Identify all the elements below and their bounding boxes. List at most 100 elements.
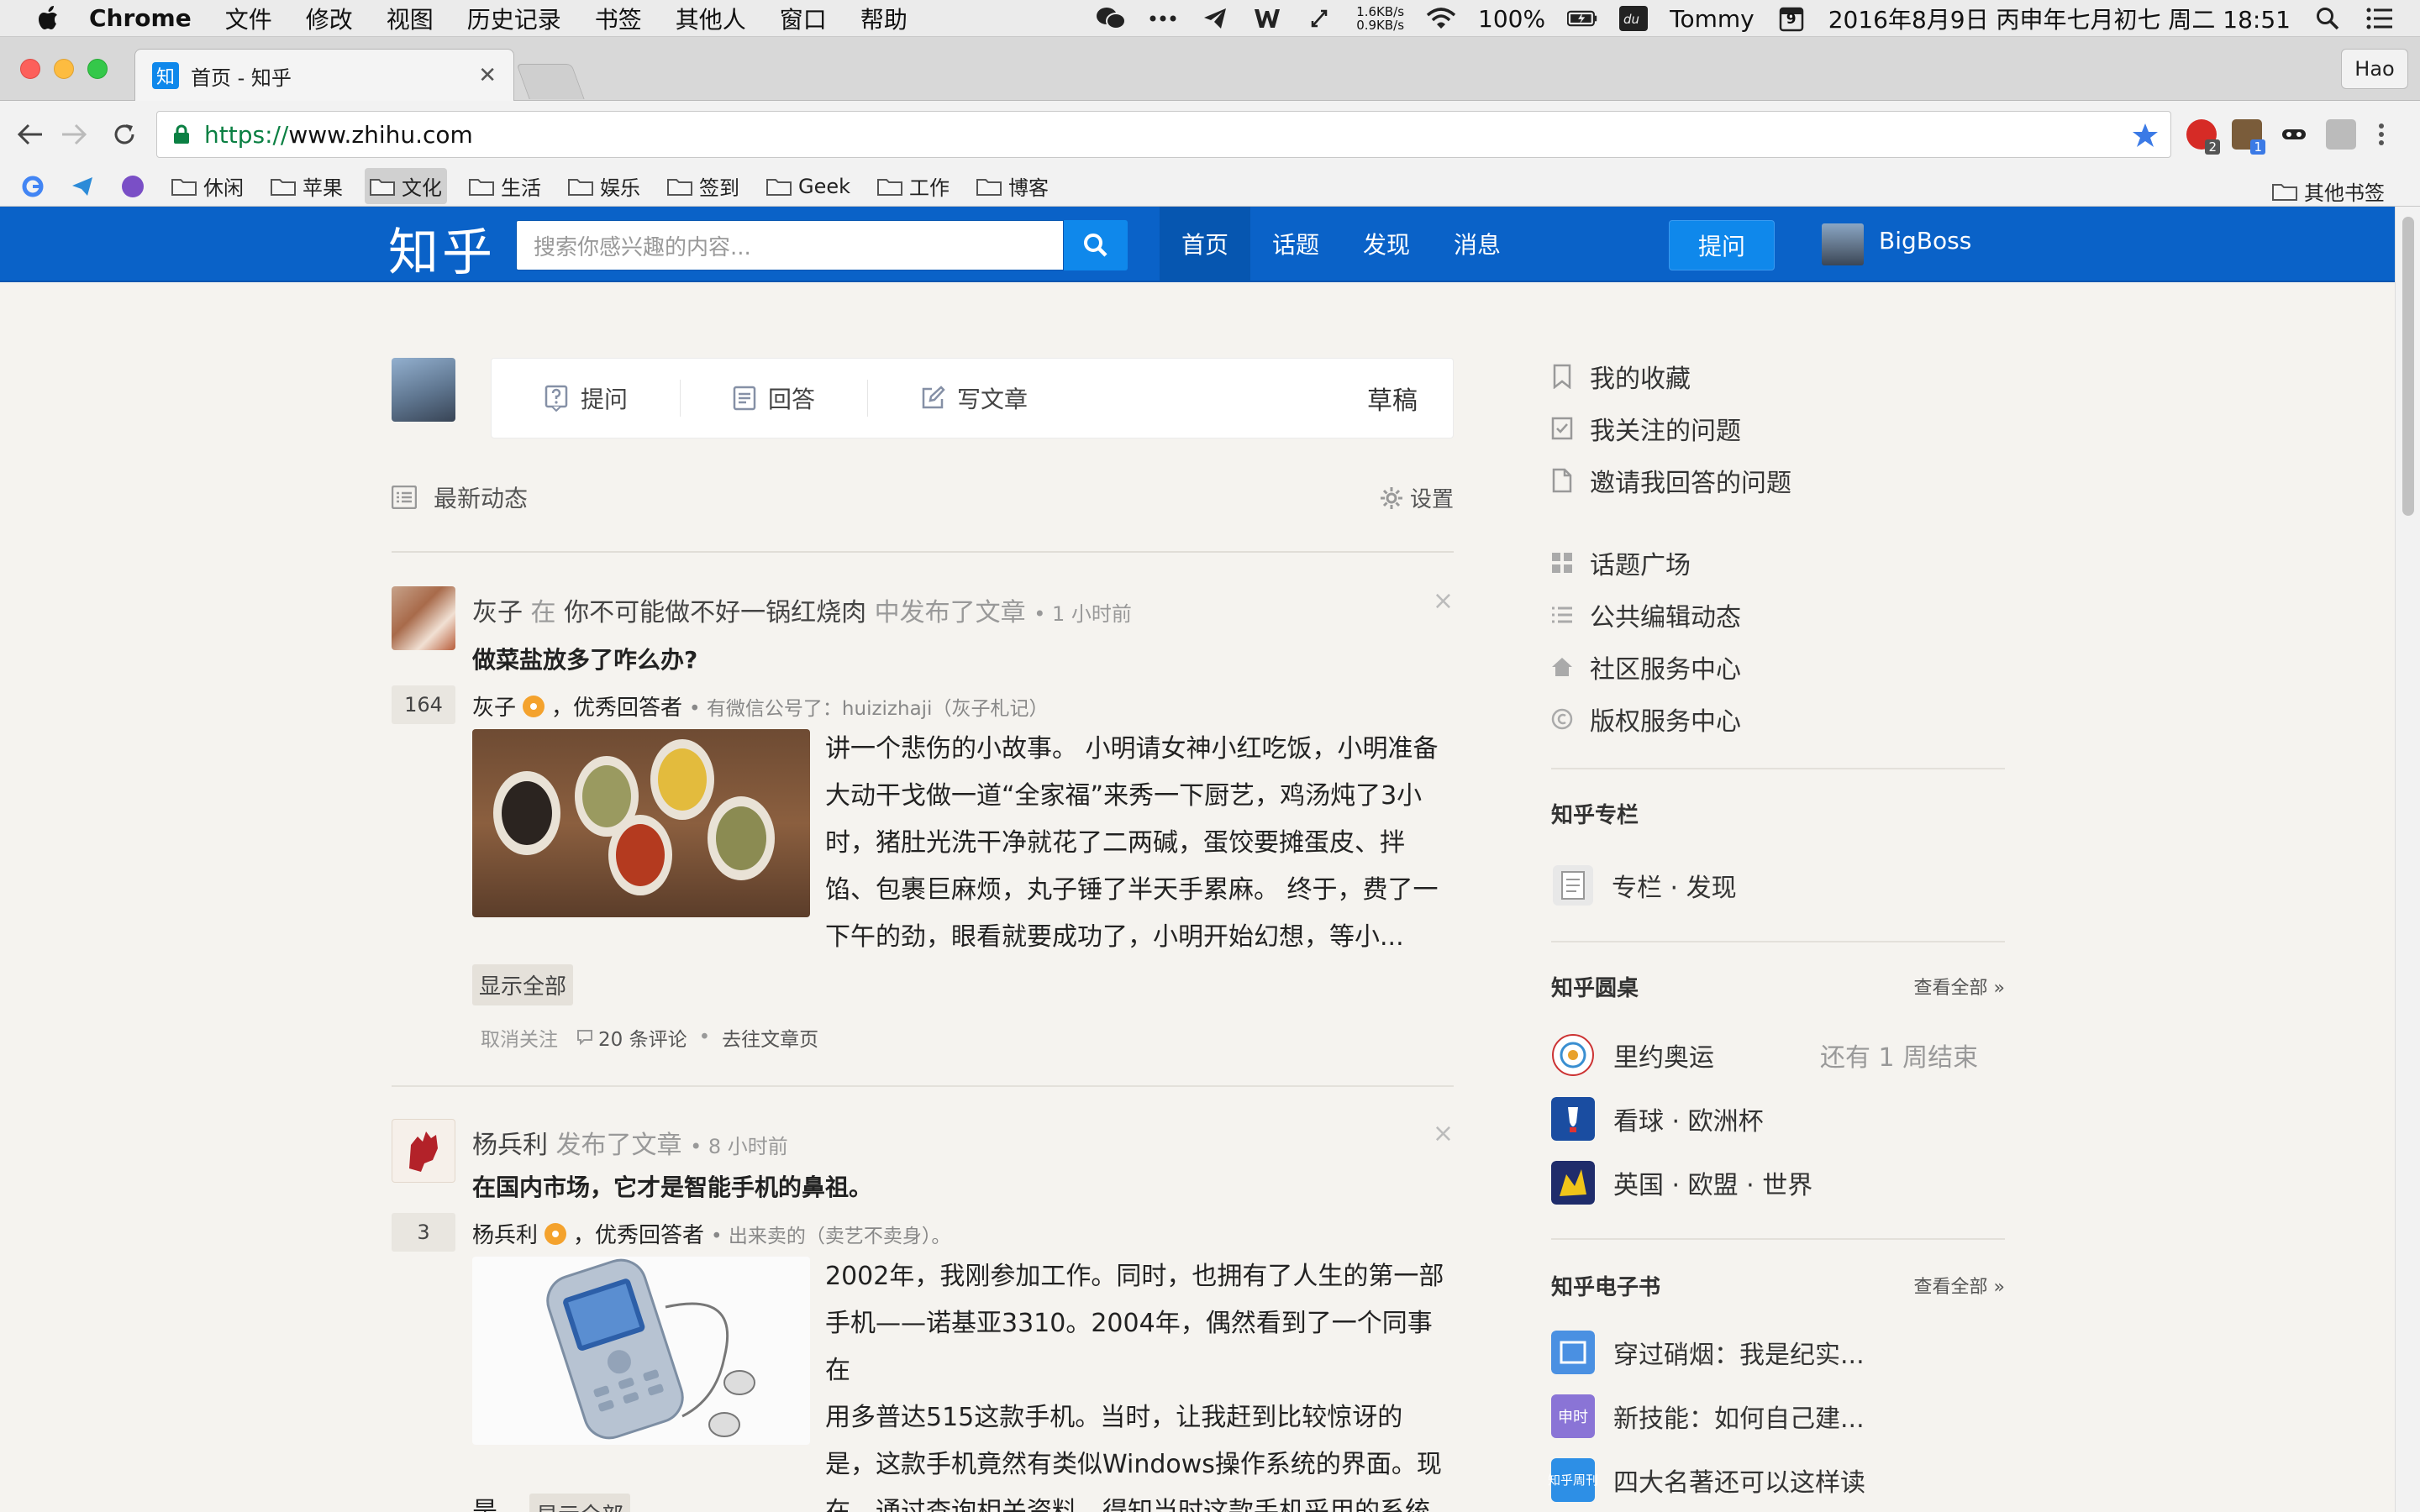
url-text[interactable]: https://www.zhihu.com xyxy=(204,121,473,149)
sidebar-link-topic-square[interactable]: 话题广场 xyxy=(1551,544,1691,581)
composer-answer-button[interactable]: 回答 xyxy=(733,381,815,415)
feed-excerpt[interactable]: 2002年，我刚参加工作。同时，也拥有了人生的第一部 手机——诺基亚3310。2… xyxy=(825,1253,1454,1512)
bookmark-folder-0[interactable]: 休闲 xyxy=(166,168,249,204)
nav-explore[interactable]: 发现 xyxy=(1341,207,1432,281)
battery-icon[interactable] xyxy=(1567,3,1597,34)
show-all-button[interactable]: 显示全部 xyxy=(529,1494,631,1512)
author-name[interactable]: 杨兵利 xyxy=(472,1218,538,1249)
feed-column-link[interactable]: 你不可能做不好一锅红烧肉 xyxy=(564,598,866,627)
bookmark-folder-6[interactable]: Geek xyxy=(761,171,855,202)
vote-count-button[interactable]: 3 xyxy=(392,1213,455,1252)
minimize-window-button[interactable] xyxy=(54,59,74,79)
address-bar[interactable]: https://www.zhihu.com xyxy=(156,111,2171,158)
menu-help[interactable]: 帮助 xyxy=(860,2,908,35)
roundtable-item[interactable]: 里约奥运 还有 1 周结束 xyxy=(1551,1033,2005,1077)
spotlight-search-icon[interactable] xyxy=(2312,3,2343,34)
sidebar-link-collections[interactable]: 我的收藏 xyxy=(1551,358,1691,395)
goto-article-link[interactable]: 去往文章页 xyxy=(722,1023,818,1052)
bookmark-folder-3[interactable]: 生活 xyxy=(464,168,546,204)
bookmark-folder-4[interactable]: 娱乐 xyxy=(563,168,645,204)
page-scrollbar[interactable] xyxy=(2395,207,2420,1512)
sidebar-link-invited-questions[interactable]: 邀请我回答的问题 xyxy=(1551,462,1791,499)
unfollow-link[interactable]: 取消关注 xyxy=(481,1023,558,1052)
vote-count-button[interactable]: 164 xyxy=(392,685,455,724)
purple-bookmark-icon[interactable] xyxy=(116,171,150,202)
apple-menu-icon[interactable] xyxy=(32,2,66,35)
sidebar-link-public-edits[interactable]: 公共编辑动态 xyxy=(1551,596,1741,633)
show-all-button[interactable]: 显示全部 xyxy=(472,964,574,1005)
menu-history[interactable]: 历史记录 xyxy=(467,2,561,35)
search-button[interactable] xyxy=(1064,220,1128,270)
sidebar-link-columns-explore[interactable]: 专栏 · 发现 xyxy=(1551,864,1737,907)
nokia-phone-image[interactable] xyxy=(472,1257,810,1445)
my-avatar[interactable] xyxy=(392,358,455,422)
search-input[interactable]: 搜索你感兴趣的内容... xyxy=(516,220,1064,270)
roundtable-item[interactable]: 英国 · 欧盟 · 世界 xyxy=(1551,1161,1812,1205)
feed-actor[interactable]: 杨兵利 xyxy=(472,1131,548,1160)
sidebar-link-followed-questions[interactable]: 我关注的问题 xyxy=(1551,410,1741,447)
close-window-button[interactable] xyxy=(20,59,40,79)
ebook-item[interactable]: 申时 新技能：如何自己建... xyxy=(1551,1394,1865,1438)
feed-excerpt[interactable]: 讲一个悲伤的小故事。 小明请女神小红吃饭，小明准备 大动干戈做一道“全家福”来秀… xyxy=(825,726,1439,961)
google-bookmark-icon[interactable] xyxy=(17,172,49,201)
dismiss-x-icon[interactable]: × xyxy=(1433,1119,1454,1148)
feed-item-title[interactable]: 做菜盐放多了咋么办? xyxy=(472,642,697,675)
forward-arrow-icon[interactable] xyxy=(57,118,91,151)
new-tab-button[interactable] xyxy=(516,64,585,99)
wifi-icon[interactable] xyxy=(1426,3,1456,34)
sidebar-link-community-service[interactable]: 社区服务中心 xyxy=(1551,648,1741,685)
comments-link[interactable]: 20 条评论 xyxy=(598,1023,687,1052)
ebook-see-all-link[interactable]: 查看全部 » xyxy=(1914,1272,2005,1299)
bookmark-folder-8[interactable]: 博客 xyxy=(971,168,1054,204)
menu-bookmarks[interactable]: 书签 xyxy=(595,2,642,35)
bookmark-folder-7[interactable]: 工作 xyxy=(872,168,955,204)
other-bookmarks-folder[interactable]: 其他书签 xyxy=(2267,173,2390,209)
author-name[interactable]: 灰子 xyxy=(472,690,516,722)
resize-arrows-icon[interactable] xyxy=(1304,3,1334,34)
feed-actor[interactable]: 灰子 xyxy=(472,598,523,627)
baidu-du-icon[interactable]: du xyxy=(1619,6,1649,31)
roundtable-item[interactable]: 看球 · 欧洲杯 xyxy=(1551,1097,1764,1141)
telegram-icon[interactable] xyxy=(1200,3,1230,34)
drafts-link[interactable]: 草稿 xyxy=(1367,380,1418,417)
bookmark-folder-5[interactable]: 签到 xyxy=(662,168,744,204)
scrollbar-thumb[interactable] xyxy=(2402,217,2414,516)
bookmark-star-icon[interactable] xyxy=(2132,122,2159,149)
menu-edit[interactable]: 修改 xyxy=(306,2,353,35)
notification-center-icon[interactable] xyxy=(2365,3,2395,34)
tab-close-icon[interactable]: ✕ xyxy=(478,63,497,88)
menu-window[interactable]: 窗口 xyxy=(780,2,827,35)
menu-file[interactable]: 文件 xyxy=(225,2,272,35)
feed-settings-button[interactable]: 设置 xyxy=(1380,482,1454,513)
feed-avatar[interactable] xyxy=(392,586,455,650)
nav-topics[interactable]: 话题 xyxy=(1250,207,1341,281)
tab-zhihu-home[interactable]: 知 首页 - 知乎 ✕ xyxy=(134,49,514,102)
bookmark-folder-2[interactable]: 文化 xyxy=(365,168,447,204)
ebook-item[interactable]: 知乎周刊 四大名著还可以这样读 xyxy=(1548,1458,1865,1502)
menu-view[interactable]: 视图 xyxy=(387,2,434,35)
plane-bookmark-icon[interactable] xyxy=(66,172,99,201)
user-name-menu[interactable]: Tommy xyxy=(1670,5,1754,33)
reload-icon[interactable] xyxy=(108,118,141,151)
wechat-icon[interactable] xyxy=(1096,3,1127,34)
menu-people[interactable]: 其他人 xyxy=(676,2,746,35)
app-menu-chrome[interactable]: Chrome xyxy=(89,4,192,32)
secure-lock-icon[interactable] xyxy=(172,124,191,144)
more-dots-icon[interactable] xyxy=(1148,3,1178,34)
ebook-item[interactable]: 穿过硝烟：我是纪实... xyxy=(1551,1331,1865,1374)
adblock-extension-icon[interactable]: 2 xyxy=(2186,119,2220,155)
profile-button[interactable]: Hao xyxy=(2341,49,2408,89)
word-icon[interactable] xyxy=(1252,3,1282,34)
clipper-extension-icon[interactable]: 1 xyxy=(2232,119,2265,155)
zoom-window-button[interactable] xyxy=(87,59,108,79)
zhihu-logo[interactable]: 知乎 xyxy=(388,212,496,285)
dismiss-x-icon[interactable]: × xyxy=(1433,586,1454,616)
chrome-menu-icon[interactable] xyxy=(2375,119,2388,150)
extension-gray-icon[interactable] xyxy=(2326,119,2356,150)
roundtable-see-all-link[interactable]: 查看全部 » xyxy=(1914,973,2005,1000)
clock-datetime[interactable]: 2016年8月9日 丙申年七月初七 周二 18:51 xyxy=(1828,2,2291,35)
nav-messages[interactable]: 消息 xyxy=(1432,207,1523,281)
feed-avatar[interactable] xyxy=(392,1119,455,1183)
back-arrow-icon[interactable] xyxy=(13,118,47,151)
bookmark-folder-1[interactable]: 苹果 xyxy=(266,168,348,204)
